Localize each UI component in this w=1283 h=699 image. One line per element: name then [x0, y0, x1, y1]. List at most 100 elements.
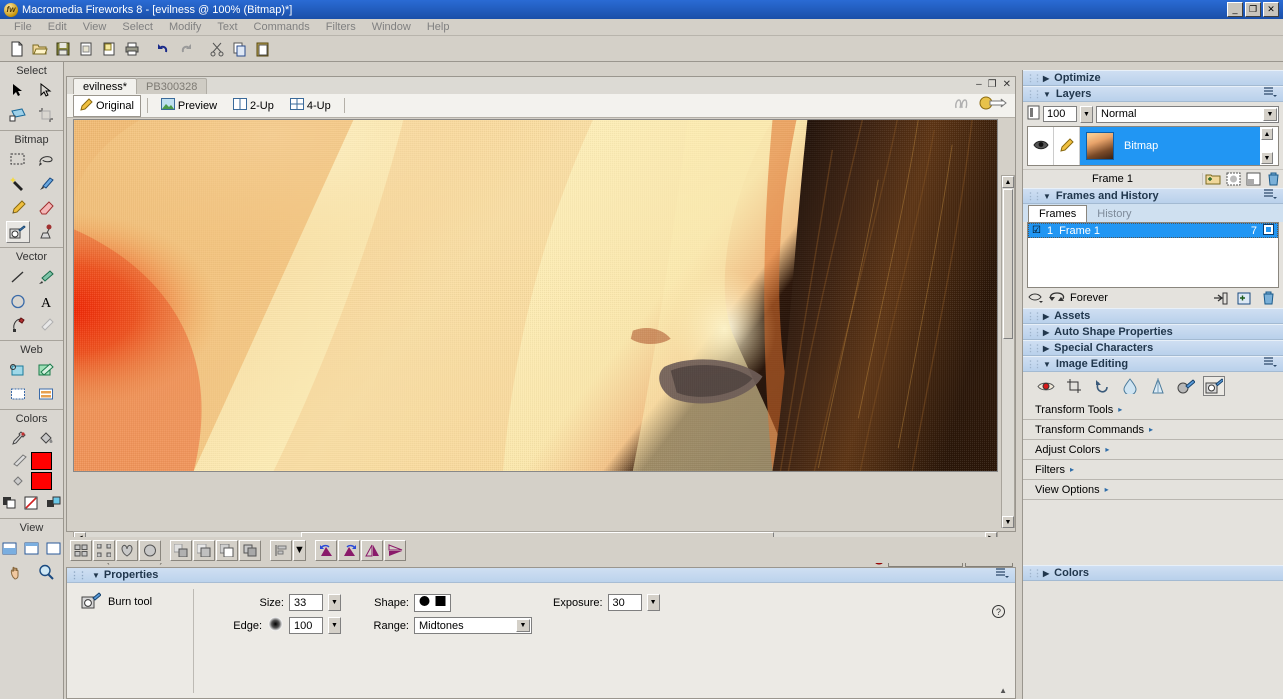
- edge-softness-icon[interactable]: [267, 616, 284, 635]
- scroll-down-arrow[interactable]: ▼: [1002, 516, 1014, 528]
- optimize-panel-header[interactable]: ⋮⋮ ▶ Optimize: [1023, 70, 1283, 86]
- frame-onion-toggle[interactable]: [1263, 223, 1274, 238]
- rotate-90-cw-icon[interactable]: [338, 539, 360, 561]
- view-button-4up[interactable]: 4-Up: [283, 95, 338, 116]
- cut-button[interactable]: [206, 37, 228, 60]
- image-editing-menu-transform-tools[interactable]: Transform Tools ▸: [1023, 400, 1283, 420]
- distribute-to-frames-icon[interactable]: [1210, 290, 1230, 307]
- menu-file[interactable]: File: [6, 20, 40, 34]
- exposure-input[interactable]: 30: [607, 594, 642, 611]
- menu-text[interactable]: Text: [209, 20, 245, 34]
- zoom-tool[interactable]: [34, 561, 58, 583]
- new-frame-icon[interactable]: [1234, 290, 1254, 307]
- view-button-original[interactable]: Original: [73, 94, 141, 117]
- layers-options-icon[interactable]: [1264, 87, 1277, 101]
- image-editing-menu-filters[interactable]: Filters ▸: [1023, 460, 1283, 480]
- layer-row-bitmap[interactable]: Bitmap: [1080, 127, 1260, 165]
- layer-scroll-up[interactable]: ▲: [1261, 128, 1273, 140]
- magic-wand-tool[interactable]: [6, 173, 30, 195]
- rotate-90-ccw-icon[interactable]: [315, 539, 337, 561]
- freeform-tool[interactable]: [34, 314, 58, 336]
- join-icon[interactable]: [116, 539, 138, 561]
- vector-path-tool[interactable]: [34, 266, 58, 288]
- image-editing-options-icon[interactable]: [1264, 357, 1277, 371]
- new-layer-icon[interactable]: [1203, 171, 1223, 188]
- hand-tool[interactable]: [6, 561, 30, 583]
- show-slices-tool[interactable]: [34, 383, 58, 405]
- assets-expand-triangle[interactable]: ▶: [1043, 312, 1049, 321]
- size-input[interactable]: 33: [289, 594, 323, 611]
- properties-help-button[interactable]: ?: [992, 605, 1005, 621]
- align-icon[interactable]: [270, 539, 292, 561]
- union-icon[interactable]: [170, 539, 192, 561]
- redo-button[interactable]: [175, 37, 197, 60]
- loop-icon[interactable]: [1048, 290, 1066, 307]
- crop-tool[interactable]: [34, 104, 58, 126]
- image-editing-menu-adjust-colors[interactable]: Adjust Colors ▸: [1023, 440, 1283, 460]
- colors-expand-triangle[interactable]: ▶: [1043, 569, 1049, 578]
- menu-window[interactable]: Window: [364, 20, 419, 34]
- paint-bucket-tool[interactable]: [34, 428, 58, 450]
- frame-export-checkbox[interactable]: ☑: [1032, 225, 1041, 236]
- rotate-icon[interactable]: [1091, 376, 1113, 396]
- image-editing-panel-header[interactable]: ⋮⋮ ▼ Image Editing: [1023, 356, 1283, 372]
- intersect-icon[interactable]: [193, 539, 215, 561]
- text-tool[interactable]: A: [34, 290, 58, 312]
- colors-panel-header[interactable]: ⋮⋮ ▶ Colors: [1023, 565, 1283, 581]
- layers-panel-header[interactable]: ⋮⋮ ▼ Layers: [1023, 86, 1283, 102]
- no-fill-icon[interactable]: [22, 492, 40, 514]
- image-canvas[interactable]: [73, 119, 998, 472]
- auto-shape-panel-header[interactable]: ⋮⋮ ▶ Auto Shape Properties: [1023, 324, 1283, 340]
- slice-tool[interactable]: [34, 359, 58, 381]
- full-screen-with-menus[interactable]: [22, 537, 40, 559]
- hide-slices-tool[interactable]: [6, 383, 30, 405]
- ungroup-icon[interactable]: [93, 539, 115, 561]
- frame-delay[interactable]: 7: [1251, 225, 1257, 237]
- menu-help[interactable]: Help: [419, 20, 458, 34]
- pen-tool[interactable]: [6, 314, 30, 336]
- frames-history-panel-header[interactable]: ⋮⋮ ▼ Frames and History: [1023, 188, 1283, 204]
- hidden-tool-icon[interactable]: [953, 97, 971, 114]
- range-select[interactable]: Midtones ▼: [414, 617, 532, 634]
- special-chars-expand-triangle[interactable]: ▶: [1043, 344, 1049, 353]
- restore-button[interactable]: ❐: [1245, 2, 1261, 17]
- rubber-stamp-tool[interactable]: [34, 221, 58, 243]
- blur-dodge-burn-tool[interactable]: [5, 221, 30, 243]
- copy-button[interactable]: [229, 37, 251, 60]
- pointer-tool[interactable]: [6, 80, 30, 102]
- blur-droplet-icon[interactable]: [1119, 376, 1141, 396]
- properties-collapse-triangle[interactable]: ▼: [92, 571, 100, 580]
- image-editing-menu-view-options[interactable]: View Options ▸: [1023, 480, 1283, 500]
- frames-options-icon[interactable]: [1264, 189, 1277, 203]
- split-icon[interactable]: [139, 539, 161, 561]
- open-document-button[interactable]: [29, 37, 51, 60]
- menu-commands[interactable]: Commands: [246, 20, 318, 34]
- paste-button[interactable]: [252, 37, 274, 60]
- round-shape-icon[interactable]: [417, 594, 432, 611]
- frame-row-1[interactable]: ☑ 1 Frame 1 7: [1028, 223, 1278, 238]
- new-document-button[interactable]: [6, 37, 28, 60]
- brush-tool[interactable]: [34, 173, 58, 195]
- panel-options-icon[interactable]: [996, 568, 1009, 582]
- special-characters-panel-header[interactable]: ⋮⋮ ▶ Special Characters: [1023, 340, 1283, 356]
- image-editing-menu-transform-commands[interactable]: Transform Commands ▸: [1023, 420, 1283, 440]
- layer-opacity-input[interactable]: 100: [1043, 106, 1077, 122]
- scroll-up-arrow[interactable]: ▲: [1002, 176, 1014, 188]
- stroke-color-swatch[interactable]: [31, 452, 52, 470]
- save-document-button[interactable]: [52, 37, 74, 60]
- swap-colors-icon[interactable]: [45, 492, 63, 514]
- flip-horizontal-icon[interactable]: [361, 539, 383, 561]
- align-dropdown-icon[interactable]: ▼: [293, 539, 306, 561]
- onion-skin-icon[interactable]: [1028, 290, 1044, 307]
- canvas-vertical-scrollbar[interactable]: ▲ ▼: [1001, 175, 1015, 528]
- burn-icon[interactable]: [1203, 376, 1225, 396]
- group-icon[interactable]: [70, 539, 92, 561]
- scale-tool[interactable]: [6, 104, 30, 126]
- edge-input[interactable]: 100: [289, 617, 323, 634]
- image-editing-collapse-triangle[interactable]: ▼: [1043, 360, 1051, 369]
- document-restore-button[interactable]: ❐: [988, 79, 997, 90]
- export-button[interactable]: [98, 37, 120, 60]
- crop-icon[interactable]: [1063, 376, 1085, 396]
- tab-history[interactable]: History: [1087, 206, 1141, 222]
- menu-select[interactable]: Select: [114, 20, 161, 34]
